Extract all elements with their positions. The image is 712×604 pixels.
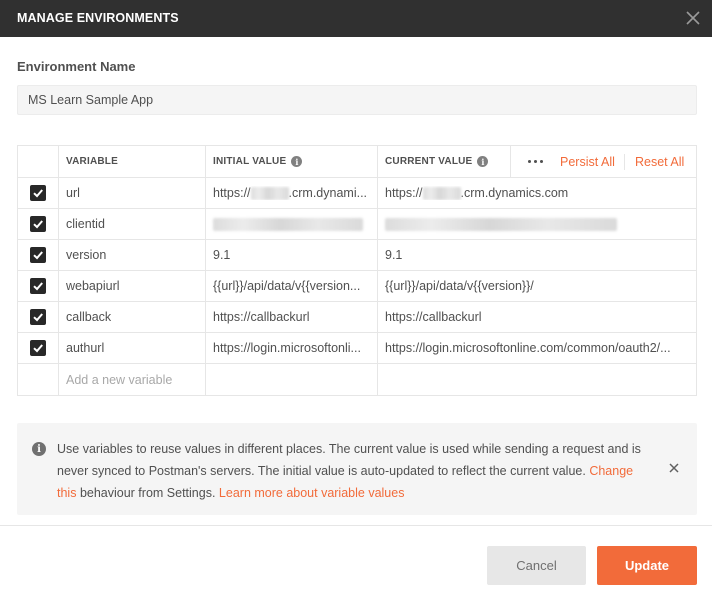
close-icon[interactable] xyxy=(683,8,703,28)
new-current-value-input[interactable] xyxy=(378,364,698,395)
initial-value-cell[interactable]: https://login.microsoftonli... xyxy=(206,333,378,363)
current-value: {{url}}/api/data/v{{version}}/ xyxy=(385,279,534,293)
current-value-cell[interactable]: 9.1 xyxy=(378,240,698,270)
environment-name-label: Environment Name xyxy=(17,59,136,74)
table-row: version 9.1 9.1 xyxy=(18,240,696,271)
dialog-title: MANAGE ENVIRONMENTS xyxy=(17,11,179,25)
checkmark-icon xyxy=(33,282,43,291)
row-checkbox-cell xyxy=(18,209,59,239)
new-variable-input[interactable]: Add a new variable xyxy=(59,364,206,395)
header-variable: VARIABLE xyxy=(59,146,206,177)
header-checkbox-cell xyxy=(18,146,59,177)
row-checkbox[interactable] xyxy=(30,278,46,294)
redacted-value xyxy=(385,217,617,231)
variable-name: url xyxy=(66,186,80,200)
initial-value-cell[interactable]: https://callbackurl xyxy=(206,302,378,332)
variable-name-cell[interactable]: webapiurl xyxy=(59,271,206,301)
learn-more-link[interactable]: Learn more about variable values xyxy=(219,486,405,500)
current-value-cell[interactable]: {{url}}/api/data/v{{version}}/ xyxy=(378,271,698,301)
checkmark-icon xyxy=(33,313,43,322)
initial-value: https://login.microsoftonli... xyxy=(213,341,361,355)
current-value-cell[interactable]: https://callbackurl xyxy=(378,302,698,332)
variable-name: webapiurl xyxy=(66,279,120,293)
checkmark-icon xyxy=(33,220,43,229)
redacted-value xyxy=(213,217,363,231)
initial-value: {{url}}/api/data/v{{version... xyxy=(213,279,361,293)
current-value-cell[interactable]: https://.crm.dynamics.com xyxy=(378,178,698,208)
row-checkbox[interactable] xyxy=(30,216,46,232)
initial-value: https://.crm.dynami... xyxy=(213,185,368,201)
row-checkbox-cell xyxy=(18,240,59,270)
table-row: webapiurl {{url}}/api/data/v{{version...… xyxy=(18,271,696,302)
update-button[interactable]: Update xyxy=(597,546,697,585)
variable-name-cell[interactable]: authurl xyxy=(59,333,206,363)
table-row: callback https://callbackurl https://cal… xyxy=(18,302,696,333)
new-variable-placeholder: Add a new variable xyxy=(66,372,173,387)
current-value: 9.1 xyxy=(385,248,403,262)
table-row: authurl https://login.microsoftonli... h… xyxy=(18,333,696,364)
redacted-value xyxy=(250,187,289,201)
variable-name: clientid xyxy=(66,217,105,231)
current-value: https://.crm.dynamics.com xyxy=(385,185,569,201)
action-divider xyxy=(624,154,625,170)
variables-table: VARIABLE INITIAL VALUE i CURRENT VALUE i… xyxy=(17,145,697,396)
initial-value-cell[interactable]: 9.1 xyxy=(206,240,378,270)
close-icon[interactable] xyxy=(667,461,681,475)
reset-all-button[interactable]: Reset All xyxy=(635,146,684,177)
footer-divider xyxy=(0,525,712,526)
header-current-value-label: CURRENT VALUE xyxy=(385,156,473,167)
redacted-value xyxy=(422,187,461,201)
info-message: Use variables to reuse values in differe… xyxy=(57,442,641,478)
info-text: Use variables to reuse values in differe… xyxy=(57,438,645,504)
header-initial-value: INITIAL VALUE i xyxy=(206,146,378,177)
environment-name-input[interactable] xyxy=(17,85,697,115)
info-banner: i Use variables to reuse values in diffe… xyxy=(17,423,697,515)
current-value: https://login.microsoftonline.com/common… xyxy=(385,341,671,355)
variable-name-cell[interactable]: clientid xyxy=(59,209,206,239)
new-initial-value-input[interactable] xyxy=(206,364,378,395)
table-row: clientid xyxy=(18,209,696,240)
row-checkbox[interactable] xyxy=(30,247,46,263)
row-checkbox-cell xyxy=(18,364,59,395)
info-icon: i xyxy=(32,442,46,456)
variable-name: callback xyxy=(66,310,112,324)
table-header-row: VARIABLE INITIAL VALUE i CURRENT VALUE i… xyxy=(18,146,696,178)
current-value-cell[interactable] xyxy=(378,209,698,239)
initial-value: 9.1 xyxy=(213,248,231,262)
new-variable-row: Add a new variable xyxy=(18,364,696,395)
current-value: https://callbackurl xyxy=(385,310,482,324)
variable-name-cell[interactable]: version xyxy=(59,240,206,270)
row-checkbox[interactable] xyxy=(30,340,46,356)
row-checkbox-cell xyxy=(18,178,59,208)
initial-value-cell[interactable]: https://.crm.dynami... xyxy=(206,178,378,208)
row-checkbox[interactable] xyxy=(30,309,46,325)
table-row: url https://.crm.dynami... https://.crm.… xyxy=(18,178,696,209)
persist-all-button[interactable]: Persist All xyxy=(560,146,615,177)
cancel-button[interactable]: Cancel xyxy=(487,546,586,585)
checkmark-icon xyxy=(33,251,43,260)
current-value-cell[interactable]: https://login.microsoftonline.com/common… xyxy=(378,333,698,363)
row-checkbox-cell xyxy=(18,333,59,363)
initial-value-cell[interactable]: {{url}}/api/data/v{{version... xyxy=(206,271,378,301)
header-initial-value-label: INITIAL VALUE xyxy=(213,156,287,167)
checkmark-icon xyxy=(33,189,43,198)
info-middle-text: behaviour from Settings. xyxy=(79,486,216,500)
variable-name: version xyxy=(66,248,107,262)
dialog-titlebar: MANAGE ENVIRONMENTS xyxy=(0,0,712,37)
header-current-value: CURRENT VALUE i xyxy=(378,146,511,177)
variable-name: authurl xyxy=(66,341,105,355)
row-checkbox-cell xyxy=(18,302,59,332)
manage-environments-dialog: MANAGE ENVIRONMENTS Environment Name VAR… xyxy=(0,0,712,604)
checkmark-icon xyxy=(33,344,43,353)
row-checkbox[interactable] xyxy=(30,185,46,201)
info-icon[interactable]: i xyxy=(477,156,489,167)
more-horizontal-icon[interactable] xyxy=(521,146,549,177)
header-variable-label: VARIABLE xyxy=(66,156,118,167)
variable-name-cell[interactable]: url xyxy=(59,178,206,208)
info-icon[interactable]: i xyxy=(291,156,303,167)
row-checkbox-cell xyxy=(18,271,59,301)
variable-name-cell[interactable]: callback xyxy=(59,302,206,332)
initial-value: https://callbackurl xyxy=(213,310,310,324)
initial-value-cell[interactable] xyxy=(206,209,378,239)
